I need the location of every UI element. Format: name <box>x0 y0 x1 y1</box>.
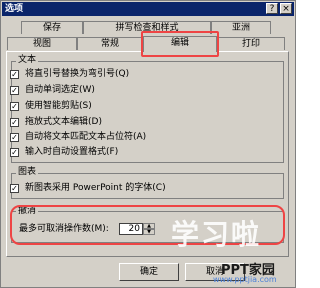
checkbox-chart-font[interactable]: ✓ <box>10 184 19 193</box>
watermark-main: 学习啦 <box>171 218 262 251</box>
tab-edit[interactable]: 编辑 <box>143 36 217 52</box>
tab-asian[interactable]: 亚洲 <box>211 21 271 34</box>
checkbox-autoformat[interactable]: ✓ <box>10 148 19 157</box>
option-autofit[interactable]: 自动将文本匹配文本占位符(A) <box>25 131 146 143</box>
window-title: 选项 <box>5 4 24 14</box>
text-group-label: 文本 <box>16 55 39 65</box>
options-dialog: 选项 ? × 保存 拼写检查和样式 亚洲 视图 常规 编辑 打印 文本 ✓ 将直… <box>0 0 296 288</box>
tab-general[interactable]: 常规 <box>77 37 143 50</box>
option-word-select[interactable]: 自动单词选定(W) <box>25 84 95 96</box>
watermark-url: www.pptjia.com <box>213 275 277 284</box>
option-smart-cut[interactable]: 使用智能剪贴(S) <box>25 100 92 112</box>
checkbox-smart-quotes[interactable]: ✓ <box>10 70 19 79</box>
checkbox-autofit[interactable]: ✓ <box>10 133 19 142</box>
option-autoformat[interactable]: 输入时自动设置格式(F) <box>25 146 118 158</box>
checkbox-word-select[interactable]: ✓ <box>10 86 19 95</box>
option-chart-font[interactable]: 新图表采用 PowerPoint 的字体(C) <box>25 182 166 194</box>
ok-button[interactable]: 确定 <box>119 263 179 281</box>
option-smart-quotes[interactable]: 将直引号替换为弯引号(Q) <box>25 68 129 80</box>
close-button[interactable]: × <box>280 3 292 14</box>
tab-view[interactable]: 视图 <box>7 37 77 50</box>
checkbox-smart-cut[interactable]: ✓ <box>10 102 19 111</box>
option-drag-drop[interactable]: 拖放式文本编辑(D) <box>25 116 102 128</box>
tab-print[interactable]: 打印 <box>217 37 285 50</box>
title-bar[interactable]: 选项 ? × <box>2 2 294 16</box>
tab-save[interactable]: 保存 <box>21 21 83 34</box>
checkbox-drag-drop[interactable]: ✓ <box>10 118 19 127</box>
help-button[interactable]: ? <box>266 3 278 14</box>
chart-group-label: 图表 <box>16 167 39 177</box>
